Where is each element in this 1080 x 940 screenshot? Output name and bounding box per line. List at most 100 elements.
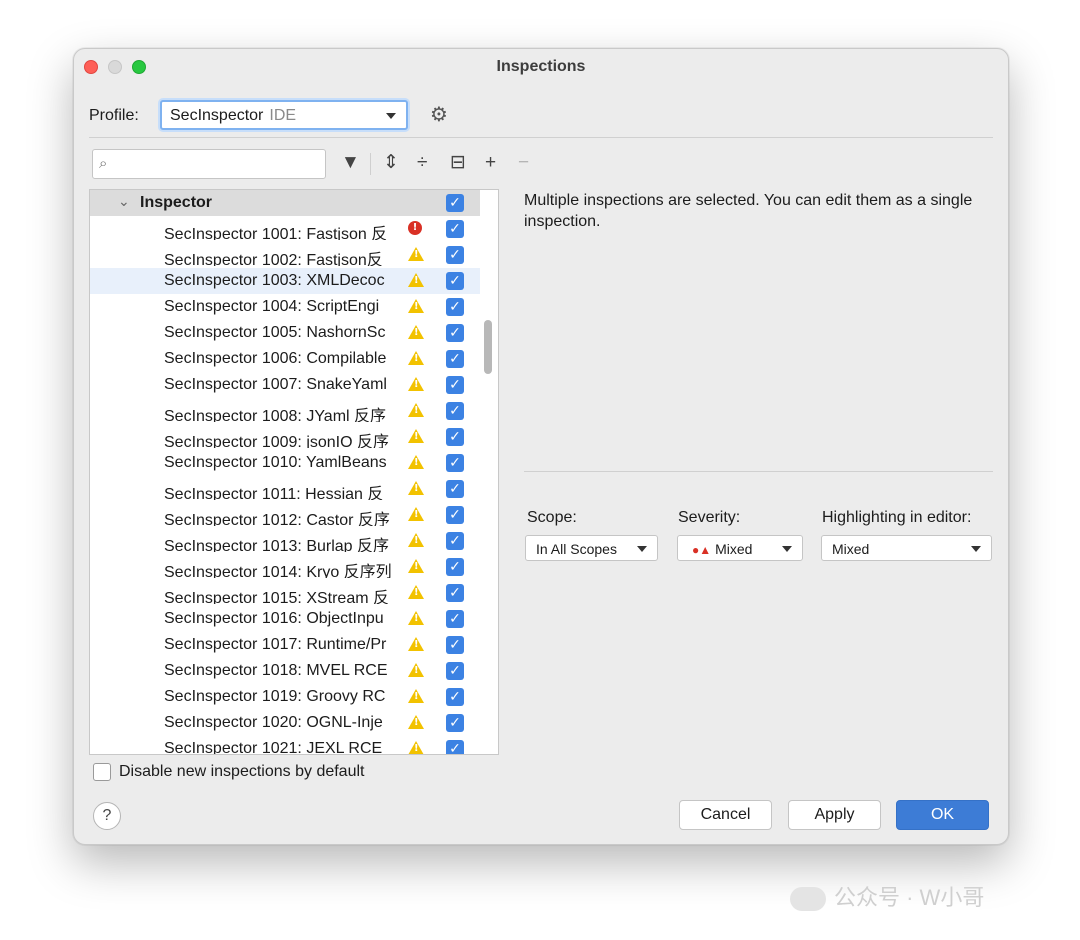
warning-icon bbox=[408, 507, 424, 521]
inspection-checkbox[interactable]: ✓ bbox=[446, 272, 464, 290]
warning-icon bbox=[408, 325, 424, 339]
inspection-checkbox[interactable]: ✓ bbox=[446, 376, 464, 394]
ok-button[interactable]: OK bbox=[896, 800, 989, 830]
inspection-checkbox[interactable]: ✓ bbox=[446, 714, 464, 732]
inspection-label: SecInspector 1004: ScriptEngi bbox=[164, 298, 380, 315]
title-bar: Inspections bbox=[74, 49, 1008, 87]
cancel-button[interactable]: Cancel bbox=[679, 800, 772, 830]
inspection-label: SecInspector 1019: Groovy RC bbox=[164, 688, 386, 705]
add-icon[interactable]: + bbox=[485, 152, 496, 174]
wechat-icon bbox=[790, 887, 826, 912]
search-icon: ⌕ bbox=[99, 155, 108, 172]
tree-row[interactable]: SecInspector 1019: Groovy RC ✓ bbox=[90, 684, 480, 710]
tree-row[interactable]: SecInspector 1006: Compilable ✓ bbox=[90, 346, 480, 372]
tree-row[interactable]: SecInspector 1021: JEXL RCE ✓ bbox=[90, 736, 480, 754]
inspection-label: SecInspector 1011: Hessian 反 bbox=[164, 486, 384, 500]
remove-icon[interactable]: − bbox=[518, 152, 529, 174]
warning-icon bbox=[408, 377, 424, 391]
inspection-checkbox[interactable]: ✓ bbox=[446, 298, 464, 316]
inspections-dialog: Inspections Profile: SecInspector IDE ⚙ ⌕… bbox=[73, 48, 1009, 845]
inspection-label: SecInspector 1014: Kryo 反序列 bbox=[164, 564, 392, 578]
help-button[interactable]: ? bbox=[93, 802, 121, 830]
inspection-checkbox[interactable]: ✓ bbox=[446, 350, 464, 368]
inspection-label: SecInspector 1002: Fastjson反 bbox=[164, 252, 383, 266]
inspection-checkbox[interactable]: ✓ bbox=[446, 740, 464, 754]
chevron-down-icon bbox=[637, 546, 647, 552]
tree-row[interactable]: SecInspector 1020: OGNL-Inje ✓ bbox=[90, 710, 480, 736]
warning-icon bbox=[408, 273, 424, 287]
group-checkbox[interactable]: ✓ bbox=[446, 194, 464, 212]
tree-row[interactable]: SecInspector 1017: Runtime/Pr ✓ bbox=[90, 632, 480, 658]
reset-icon[interactable]: ⊟ bbox=[450, 152, 466, 174]
warning-icon bbox=[408, 741, 424, 754]
inspection-checkbox[interactable]: ✓ bbox=[446, 402, 464, 420]
inspection-checkbox[interactable]: ✓ bbox=[446, 454, 464, 472]
inspection-checkbox[interactable]: ✓ bbox=[446, 610, 464, 628]
tree-row[interactable]: SecInspector 1018: MVEL RCE ✓ bbox=[90, 658, 480, 684]
warning-icon bbox=[408, 455, 424, 469]
disable-new-inspections-label: Disable new inspections by default bbox=[119, 763, 365, 780]
warning-icon bbox=[408, 481, 424, 495]
filter-icon[interactable]: ▼ bbox=[341, 152, 360, 174]
gear-icon[interactable]: ⚙ bbox=[430, 105, 448, 125]
tree-row[interactable]: SecInspector 1011: Hessian 反 ✓ bbox=[90, 476, 480, 502]
warning-icon bbox=[408, 689, 424, 703]
chevron-down-icon[interactable]: ⌄ bbox=[118, 193, 130, 210]
disable-new-inspections-checkbox[interactable] bbox=[93, 763, 111, 781]
inspection-checkbox[interactable]: ✓ bbox=[446, 480, 464, 498]
highlighting-label: Highlighting in editor: bbox=[822, 509, 972, 526]
inspection-checkbox[interactable]: ✓ bbox=[446, 220, 464, 238]
chevron-down-icon bbox=[782, 546, 792, 552]
tree-row[interactable]: SecInspector 1009: jsonIO 反序 ✓ bbox=[90, 424, 480, 450]
inspection-checkbox[interactable]: ✓ bbox=[446, 324, 464, 342]
severity-dropdown[interactable]: ●▲ Mixed bbox=[677, 535, 803, 561]
warning-icon bbox=[408, 429, 424, 443]
inspection-checkbox[interactable]: ✓ bbox=[446, 246, 464, 264]
tree-row[interactable]: SecInspector 1016: ObjectInpu ✓ bbox=[90, 606, 480, 632]
tree-row[interactable]: SecInspector 1003: XMLDecoc ✓ bbox=[90, 268, 480, 294]
collapse-all-icon[interactable]: ÷ bbox=[417, 152, 427, 174]
inspection-label: SecInspector 1003: XMLDecoc bbox=[164, 272, 385, 289]
inspection-checkbox[interactable]: ✓ bbox=[446, 584, 464, 602]
error-icon: ! bbox=[408, 221, 422, 235]
inspection-tree[interactable]: ⌄ Inspector ✓ SecInspector 1001: Fastjso… bbox=[89, 189, 499, 755]
tree-row[interactable]: SecInspector 1008: JYaml 反序 ✓ bbox=[90, 398, 480, 424]
inspection-checkbox[interactable]: ✓ bbox=[446, 506, 464, 524]
tree-row[interactable]: SecInspector 1013: Burlap 反序 ✓ bbox=[90, 528, 480, 554]
profile-dropdown[interactable]: SecInspector IDE bbox=[160, 100, 408, 130]
inspection-checkbox[interactable]: ✓ bbox=[446, 688, 464, 706]
tree-row[interactable]: SecInspector 1005: NashornSc ✓ bbox=[90, 320, 480, 346]
tree-row[interactable]: SecInspector 1007: SnakeYaml ✓ bbox=[90, 372, 480, 398]
tree-row[interactable]: SecInspector 1014: Kryo 反序列 ✓ bbox=[90, 554, 480, 580]
profile-scope: IDE bbox=[269, 107, 297, 124]
tree-row[interactable]: SecInspector 1010: YamlBeans ✓ bbox=[90, 450, 480, 476]
tree-group-row[interactable]: ⌄ Inspector ✓ bbox=[90, 190, 480, 216]
apply-button[interactable]: Apply bbox=[788, 800, 881, 830]
tree-row[interactable]: SecInspector 1002: Fastjson反 ✓ bbox=[90, 242, 480, 268]
inspection-label: SecInspector 1017: Runtime/Pr bbox=[164, 636, 387, 653]
scrollbar-thumb[interactable] bbox=[484, 320, 492, 374]
inspection-checkbox[interactable]: ✓ bbox=[446, 428, 464, 446]
inspection-checkbox[interactable]: ✓ bbox=[446, 636, 464, 654]
tree-row[interactable]: SecInspector 1004: ScriptEngi ✓ bbox=[90, 294, 480, 320]
warning-icon bbox=[408, 299, 424, 313]
inspection-label: SecInspector 1007: SnakeYaml bbox=[164, 376, 387, 393]
inspection-label: SecInspector 1001: Fastjson 反 bbox=[164, 226, 388, 240]
inspection-checkbox[interactable]: ✓ bbox=[446, 558, 464, 576]
warning-icon bbox=[408, 403, 424, 417]
inspection-label: SecInspector 1010: YamlBeans bbox=[164, 454, 387, 471]
profile-name: SecInspector bbox=[170, 107, 264, 124]
inspection-checkbox[interactable]: ✓ bbox=[446, 532, 464, 550]
tree-row[interactable]: SecInspector 1001: Fastjson 反! ✓ bbox=[90, 216, 480, 242]
expand-all-icon[interactable]: ⇕ bbox=[383, 152, 399, 174]
warning-icon bbox=[408, 611, 424, 625]
inspection-checkbox[interactable]: ✓ bbox=[446, 662, 464, 680]
scope-dropdown[interactable]: In All Scopes bbox=[525, 535, 658, 561]
tree-row[interactable]: SecInspector 1012: Castor 反序 ✓ bbox=[90, 502, 480, 528]
tree-row[interactable]: SecInspector 1015: XStream 反 ✓ bbox=[90, 580, 480, 606]
warning-icon bbox=[408, 533, 424, 547]
warning-icon bbox=[408, 715, 424, 729]
inspection-label: SecInspector 1020: OGNL-Inje bbox=[164, 714, 383, 731]
highlighting-dropdown[interactable]: Mixed bbox=[821, 535, 992, 561]
search-input[interactable]: ⌕ bbox=[92, 149, 326, 179]
